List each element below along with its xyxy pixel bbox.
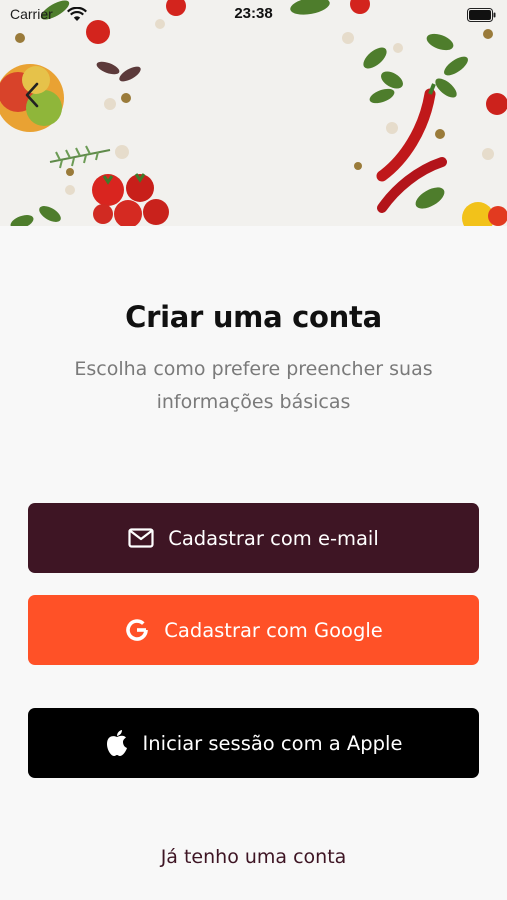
- page-subtitle: Escolha como prefere preencher suas info…: [74, 358, 433, 413]
- google-icon: [124, 617, 150, 643]
- status-bar: Carrier 23:38: [0, 0, 507, 30]
- signup-email-button[interactable]: Cadastrar com e-mail: [28, 503, 479, 573]
- back-button[interactable]: [24, 82, 54, 116]
- page-title: Criar uma conta: [125, 300, 382, 334]
- mail-icon: [128, 528, 154, 548]
- chevron-left-icon: [25, 82, 39, 108]
- status-time: 23:38: [234, 5, 273, 22]
- vegetables-illustration: [0, 0, 507, 226]
- apple-icon: [105, 729, 129, 757]
- signup-google-label: Cadastrar com Google: [164, 618, 383, 642]
- signup-google-button[interactable]: Cadastrar com Google: [28, 595, 479, 665]
- signin-apple-button[interactable]: Iniciar sessão com a Apple: [28, 708, 479, 778]
- hero-image: Carrier 23:38: [0, 0, 507, 226]
- existing-account-link[interactable]: Já tenho uma conta: [0, 846, 507, 868]
- signin-apple-label: Iniciar sessão com a Apple: [142, 731, 403, 755]
- signup-email-label: Cadastrar com e-mail: [168, 526, 379, 550]
